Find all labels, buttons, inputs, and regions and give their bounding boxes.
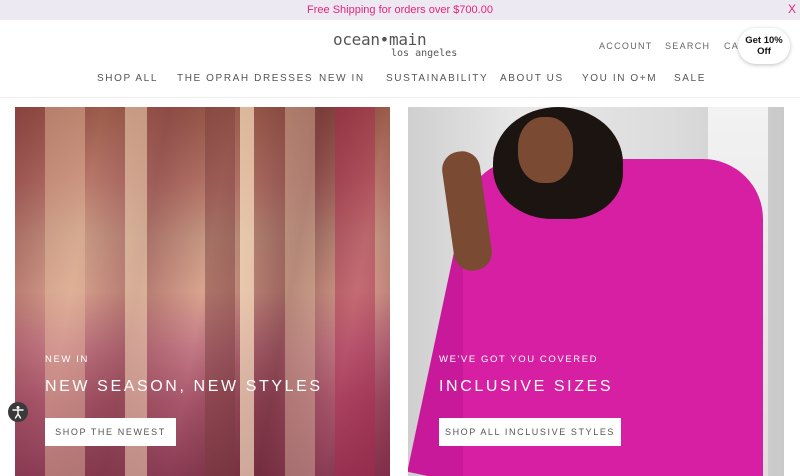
announcement-text: Free Shipping for orders over $700.00 [307, 4, 493, 16]
discount-badge-line1: Get 10% [745, 35, 783, 46]
brand-name: ocean•main [333, 30, 427, 49]
fabric-streak [240, 107, 254, 476]
hero-inclusive-sizes[interactable]: WE'VE GOT YOU COVERED INCLUSIVE SIZES SH… [408, 107, 784, 476]
nav-new-in[interactable]: NEW IN [319, 73, 365, 84]
model-face [518, 117, 573, 183]
nav-about-us[interactable]: ABOUT US [500, 73, 564, 84]
account-link[interactable]: ACCOUNT [599, 41, 653, 51]
nav-oprah-dresses[interactable]: THE OPRAH DRESSES [177, 73, 313, 84]
model-arm [439, 148, 495, 274]
brand-logo[interactable]: ocean•main los angeles [333, 32, 473, 62]
shop-inclusive-button[interactable]: SHOP ALL INCLUSIVE STYLES [439, 418, 621, 446]
accessibility-icon[interactable] [8, 402, 28, 422]
discount-badge[interactable]: Get 10% Off [738, 28, 790, 64]
nav-shop-all[interactable]: SHOP ALL [97, 73, 158, 84]
search-link[interactable]: SEARCH [665, 41, 710, 51]
nav-sustainability[interactable]: SUSTAINABILITY [386, 73, 488, 84]
nav-sale[interactable]: SALE [674, 73, 706, 84]
fabric-streak [335, 107, 375, 476]
announcement-bar: Free Shipping for orders over $700.00 X [0, 0, 800, 20]
close-icon[interactable]: X [788, 2, 796, 16]
fabric-streak [285, 107, 315, 476]
brand-location: los angeles [391, 48, 458, 59]
hero-left-title: NEW SEASON, NEW STYLES [45, 378, 323, 395]
hero-right-title: INCLUSIVE SIZES [439, 378, 614, 395]
site-header: ocean•main los angeles ACCOUNT SEARCH CA… [0, 20, 800, 98]
nav-you-in-om[interactable]: YOU IN O+M [582, 73, 657, 84]
hero-right-kicker: WE'VE GOT YOU COVERED [439, 354, 599, 365]
fabric-streak [205, 107, 235, 476]
hero-new-season[interactable]: NEW IN NEW SEASON, NEW STYLES SHOP THE N… [15, 107, 390, 476]
main-nav: SHOP ALL THE OPRAH DRESSES NEW IN SUSTAI… [0, 73, 800, 89]
hero-left-kicker: NEW IN [45, 354, 89, 365]
discount-badge-line2: Off [757, 46, 771, 57]
shop-newest-button[interactable]: SHOP THE NEWEST [45, 418, 176, 446]
accessibility-figure-icon [12, 406, 24, 419]
